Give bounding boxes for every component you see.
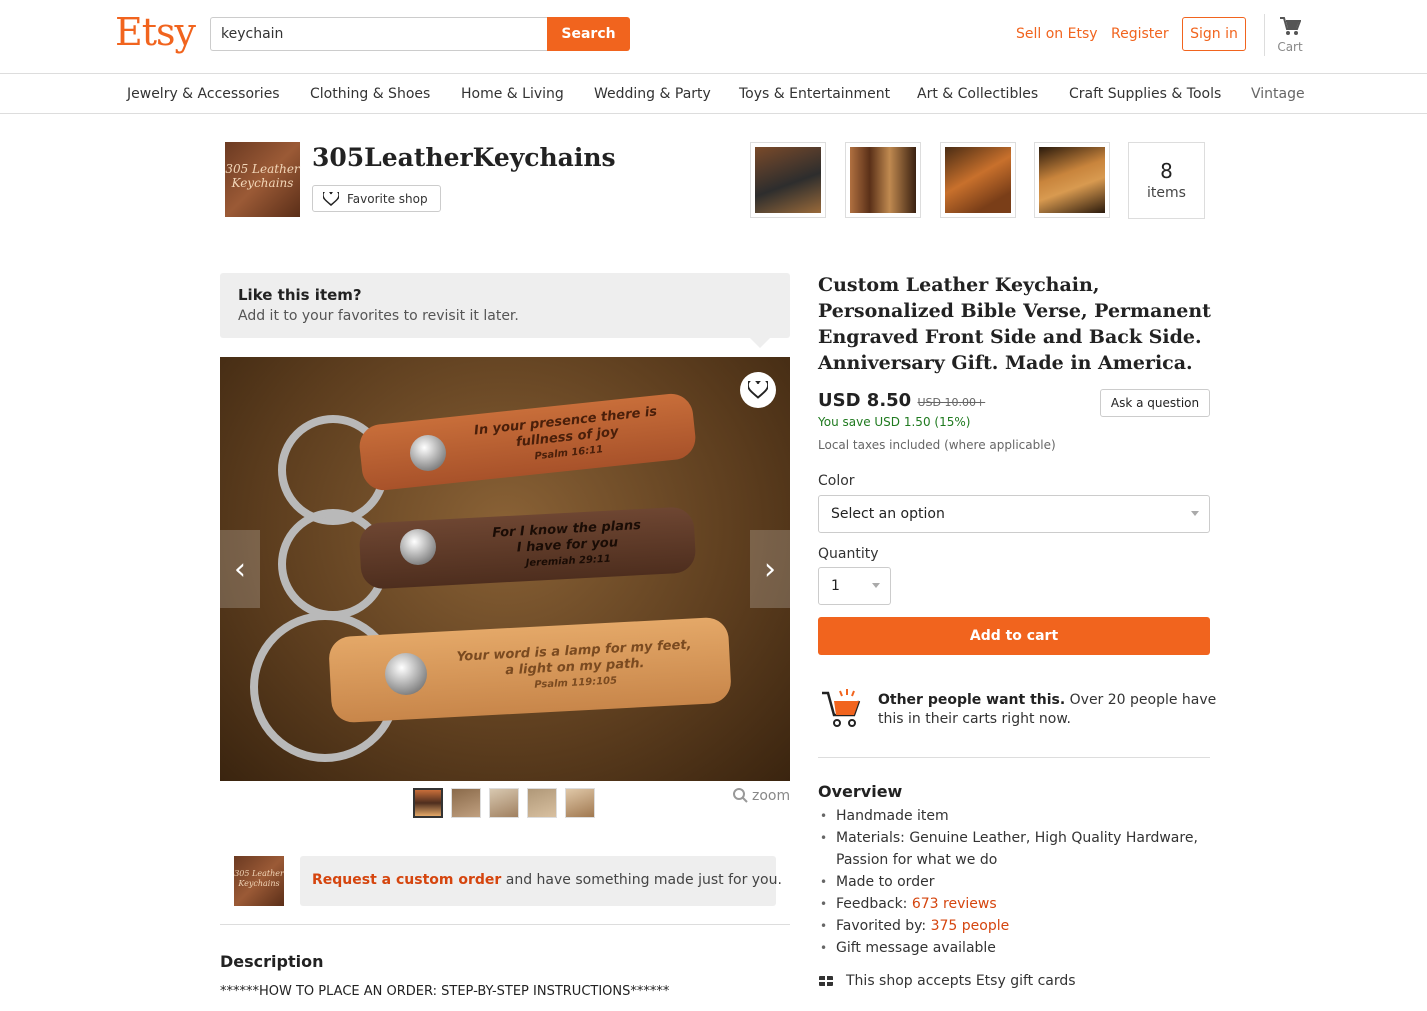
shop-avatar[interactable]: 305 Leather Keychains <box>225 142 300 217</box>
quantity-select[interactable]: 1 <box>818 567 891 605</box>
zoom-label: zoom <box>752 787 791 804</box>
divider <box>818 757 1210 758</box>
listing-main-image[interactable]: In your presence there is fullness of jo… <box>220 357 790 781</box>
overview-item: Gift message available <box>818 937 1210 959</box>
description-text: ******HOW TO PLACE AN ORDER: STEP-BY-STE… <box>220 984 670 999</box>
shop-listing-thumb[interactable] <box>845 142 921 218</box>
overview-title: Overview <box>818 782 903 801</box>
demand-message: Other people want this. Over 20 people h… <box>878 691 1218 729</box>
category-wedding[interactable]: Wedding & Party <box>594 86 711 102</box>
like-prompt-subtitle: Add it to your favorites to revisit it l… <box>238 308 519 324</box>
demand-bold: Other people want this. <box>878 692 1066 708</box>
category-clothing[interactable]: Clothing & Shoes <box>310 86 430 102</box>
overview-item-feedback: Feedback: 673 reviews <box>818 893 1210 915</box>
like-this-item-prompt: Like this item? Add it to your favorites… <box>220 273 790 348</box>
feedback-label: Feedback: <box>836 896 912 912</box>
custom-order-text: and have something made just for you. <box>501 872 782 888</box>
items-count: 8 <box>1160 159 1173 183</box>
taxes-note: Local taxes included (where applicable) <box>818 438 1056 452</box>
shop-listing-thumb[interactable] <box>750 142 826 218</box>
favorited-label: Favorited by: <box>836 918 931 934</box>
category-nav: Jewelry & Accessories Clothing & Shoes H… <box>0 74 1427 114</box>
category-vintage[interactable]: Vintage <box>1251 86 1305 102</box>
color-select[interactable]: Select an option <box>818 495 1210 533</box>
next-image-button[interactable]: › <box>750 530 790 608</box>
reviews-link[interactable]: 673 reviews <box>912 896 997 912</box>
listing-price: USD 8.50 USD 10.00+ <box>818 390 985 411</box>
rivet <box>410 435 446 471</box>
items-label: items <box>1147 185 1186 201</box>
quantity-select-value: 1 <box>831 578 840 594</box>
shop-avatar-small[interactable]: 305 Leather Keychains <box>234 856 284 906</box>
color-select-value: Select an option <box>831 506 945 522</box>
chevron-right-icon: › <box>764 551 776 587</box>
category-toys[interactable]: Toys & Entertainment <box>739 86 890 102</box>
chevron-left-icon: ‹ <box>234 551 246 587</box>
quantity-label: Quantity <box>818 546 879 562</box>
overview-item: Made to order <box>818 871 1210 893</box>
favorite-shop-label: Favorite shop <box>347 191 428 206</box>
cart-button[interactable]: Cart <box>1272 16 1308 54</box>
image-thumbnail[interactable] <box>527 788 557 818</box>
register-link[interactable]: Register <box>1111 26 1169 42</box>
custom-order-prompt: Request a custom order and have somethin… <box>300 856 782 906</box>
previous-image-button[interactable]: ‹ <box>220 530 260 608</box>
image-thumbnail[interactable] <box>413 788 443 818</box>
image-thumbnails <box>413 788 595 818</box>
rivet <box>385 653 427 695</box>
sell-on-etsy-link[interactable]: Sell on Etsy <box>1016 26 1098 42</box>
image-thumbnail[interactable] <box>489 788 519 818</box>
heart-icon <box>323 191 339 206</box>
search-button[interactable]: Search <box>547 17 630 51</box>
chevron-down-icon <box>872 583 880 588</box>
category-home[interactable]: Home & Living <box>461 86 564 102</box>
heart-icon <box>748 381 768 399</box>
overview-item-favorited: Favorited by: 375 people <box>818 915 1210 937</box>
keychain-tag: In your presence there is fullness of jo… <box>357 391 698 493</box>
favorited-by-link[interactable]: 375 people <box>931 918 1010 934</box>
search-bar: Search <box>210 17 630 51</box>
category-art[interactable]: Art & Collectibles <box>917 86 1038 102</box>
image-thumbnail[interactable] <box>451 788 481 818</box>
favorite-shop-button[interactable]: Favorite shop <box>312 185 441 212</box>
image-thumbnail[interactable] <box>565 788 595 818</box>
shop-name[interactable]: 305LeatherKeychains <box>312 143 616 172</box>
favorite-item-button[interactable] <box>740 372 776 408</box>
etsy-logo[interactable]: Etsy <box>115 10 196 54</box>
cart-label: Cart <box>1277 40 1303 54</box>
sign-in-button[interactable]: Sign in <box>1182 17 1246 51</box>
add-to-cart-button[interactable]: Add to cart <box>818 617 1210 655</box>
shop-listing-thumb[interactable] <box>1034 142 1110 218</box>
cart-icon <box>1280 17 1301 35</box>
overview-item: Materials: Genuine Leather, High Quality… <box>818 827 1210 871</box>
category-craft[interactable]: Craft Supplies & Tools <box>1069 86 1221 102</box>
cart-demand-icon <box>822 689 861 727</box>
original-price: USD 10.00+ <box>917 396 986 409</box>
zoom-button[interactable]: zoom <box>732 787 790 804</box>
chevron-down-icon <box>1191 511 1199 516</box>
search-input[interactable] <box>210 17 547 51</box>
gift-card-notice: This shop accepts Etsy gift cards <box>818 973 1076 989</box>
color-label: Color <box>818 473 855 489</box>
gift-card-icon <box>819 976 833 986</box>
divider <box>220 924 790 925</box>
request-custom-order-link[interactable]: Request a custom order <box>312 872 501 888</box>
overview-item: Handmade item <box>818 805 1210 827</box>
gift-card-text: This shop accepts Etsy gift cards <box>846 973 1076 989</box>
site-header: Etsy Search Sell on Etsy Register Sign i… <box>0 0 1427 74</box>
ask-a-question-button[interactable]: Ask a question <box>1100 389 1210 417</box>
current-price: USD 8.50 <box>818 390 912 411</box>
like-prompt-title: Like this item? <box>238 286 362 304</box>
shop-listing-thumb[interactable] <box>940 142 1016 218</box>
rivet <box>400 529 436 565</box>
overview-list: Handmade item Materials: Genuine Leather… <box>818 805 1210 959</box>
listing-title: Custom Leather Keychain, Personalized Bi… <box>818 274 1211 374</box>
shop-items-count[interactable]: 8 items <box>1128 142 1205 219</box>
magnifier-icon <box>733 788 748 803</box>
description-title: Description <box>220 952 324 971</box>
header-divider <box>1264 14 1265 56</box>
category-jewelry[interactable]: Jewelry & Accessories <box>127 86 280 102</box>
savings-text: You save USD 1.50 (15%) <box>818 415 971 429</box>
